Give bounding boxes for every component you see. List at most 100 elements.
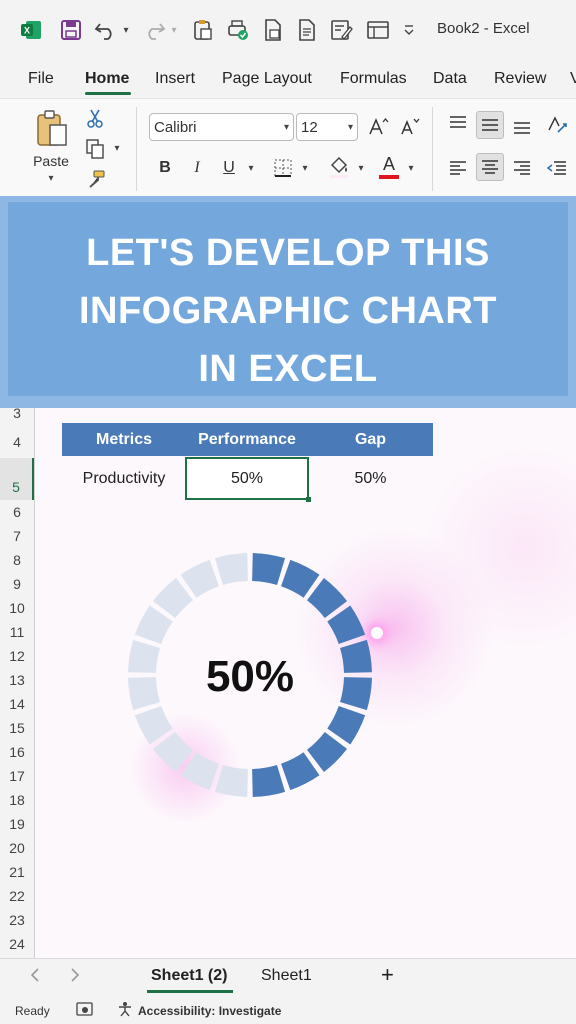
row-header-13[interactable]: 13 [0, 668, 34, 692]
row-header-11[interactable]: 11 [0, 620, 34, 644]
accessibility-icon[interactable] [116, 1001, 134, 1020]
font-name-select[interactable]: Calibri ▾ [149, 113, 294, 141]
row-header-20[interactable]: 20 [0, 836, 34, 860]
row-header-6[interactable]: 6 [0, 500, 34, 524]
donut-segment-performance[interactable] [340, 639, 372, 673]
donut-segment-gap[interactable] [128, 639, 160, 673]
tab-home[interactable]: Home [85, 70, 129, 88]
undo-dropdown-icon[interactable]: ▾ [120, 16, 132, 44]
document-icon[interactable] [260, 16, 286, 44]
increase-font-size-icon[interactable] [366, 113, 390, 139]
donut-segment-performance[interactable] [252, 765, 286, 797]
window-title: Book2 - Excel [437, 20, 530, 37]
cell-performance-value[interactable]: 50% [185, 457, 309, 500]
copy-icon[interactable] [84, 137, 106, 161]
undo-icon[interactable] [92, 16, 120, 44]
tab-page-layout[interactable]: Page Layout [222, 70, 312, 88]
font-size-select[interactable]: 12 ▾ [296, 113, 358, 141]
decrease-font-size-icon[interactable] [398, 113, 422, 139]
document-lines-icon[interactable] [294, 16, 320, 44]
donut-segment-performance[interactable] [252, 553, 286, 585]
orientation-icon[interactable] [544, 111, 570, 137]
bold-button[interactable]: B [154, 155, 176, 181]
redo-dropdown-icon[interactable]: ▾ [168, 16, 180, 44]
donut-segment-gap[interactable] [214, 553, 248, 585]
tab-formulas[interactable]: Formulas [340, 70, 407, 88]
accessibility-status[interactable]: Accessibility: Investigate [138, 1004, 281, 1018]
row-header-9[interactable]: 9 [0, 572, 34, 596]
tab-review[interactable]: Review [494, 70, 546, 88]
italic-button[interactable]: I [186, 155, 208, 181]
donut-segment-gap[interactable] [128, 677, 160, 711]
paste-button[interactable]: Paste [28, 151, 74, 171]
align-center-icon[interactable] [476, 153, 504, 181]
borders-icon[interactable] [270, 155, 296, 181]
align-top-icon[interactable] [446, 111, 470, 137]
row-header-14[interactable]: 14 [0, 692, 34, 716]
row-header-5[interactable]: 5 [0, 458, 34, 500]
customize-quick-access-icon[interactable] [402, 16, 416, 44]
tab-view[interactable]: V [570, 70, 576, 88]
window-icon[interactable] [364, 16, 392, 44]
row-header-16[interactable]: 16 [0, 740, 34, 764]
fill-color-icon[interactable] [326, 153, 352, 181]
scroll-right-icon[interactable] [70, 967, 80, 988]
row-header-21[interactable]: 21 [0, 860, 34, 884]
header-metrics[interactable]: Metrics [62, 423, 186, 456]
font-color-glyph: A [382, 154, 395, 174]
add-sheet-button[interactable]: + [381, 962, 394, 988]
tab-data[interactable]: Data [433, 70, 467, 88]
row-header-8[interactable]: 8 [0, 548, 34, 572]
cell-productivity[interactable]: Productivity [62, 457, 186, 500]
tab-insert[interactable]: Insert [155, 70, 195, 88]
scroll-left-icon[interactable] [30, 967, 40, 988]
print-check-icon[interactable] [224, 16, 252, 44]
donut-segment-gap[interactable] [214, 765, 248, 797]
align-bottom-icon[interactable] [510, 113, 534, 139]
header-gap[interactable]: Gap [308, 423, 433, 456]
donut-segment-performance[interactable] [340, 677, 372, 711]
row-header-19[interactable]: 19 [0, 812, 34, 836]
paste-clipboard-icon[interactable] [190, 16, 216, 44]
row-header-24[interactable]: 24 [0, 932, 34, 956]
paste-dropdown-icon[interactable]: ▾ [44, 171, 58, 185]
redo-icon[interactable] [140, 16, 168, 44]
cell-gap-value[interactable]: 50% [308, 457, 433, 500]
underline-dropdown-icon[interactable]: ▾ [244, 161, 258, 175]
align-left-icon[interactable] [446, 155, 470, 181]
row-header-15[interactable]: 15 [0, 716, 34, 740]
align-right-icon[interactable] [510, 155, 534, 181]
sheet-tab[interactable]: Sheet1 [261, 967, 312, 985]
row-header-18[interactable]: 18 [0, 788, 34, 812]
sheet-tab-bar: Sheet1 (2) Sheet1 + [0, 958, 576, 997]
align-middle-icon[interactable] [476, 111, 504, 139]
font-color-dropdown-icon[interactable]: ▾ [404, 161, 418, 175]
sheet-tab-active[interactable]: Sheet1 (2) [151, 967, 227, 985]
fill-color-dropdown-icon[interactable]: ▾ [354, 161, 368, 175]
tab-file[interactable]: File [28, 70, 54, 88]
row-header-10[interactable]: 10 [0, 596, 34, 620]
copy-dropdown-icon[interactable]: ▾ [110, 141, 124, 155]
row-header-3[interactable]: 3 [0, 406, 34, 422]
underline-button[interactable]: U [218, 155, 240, 181]
row-header-12[interactable]: 12 [0, 644, 34, 668]
cut-icon[interactable] [84, 107, 106, 129]
excel-logo-icon: X [18, 16, 44, 44]
row-header-23[interactable]: 23 [0, 908, 34, 932]
header-performance[interactable]: Performance [186, 423, 308, 456]
donut-chart[interactable]: 50% [118, 543, 382, 807]
macro-recording-icon[interactable] [76, 1001, 94, 1020]
form-edit-icon[interactable] [328, 16, 356, 44]
decrease-indent-icon[interactable] [544, 155, 570, 181]
format-painter-icon[interactable] [84, 167, 108, 191]
row-header-22[interactable]: 22 [0, 884, 34, 908]
save-icon[interactable] [58, 16, 84, 44]
row-header-17[interactable]: 17 [0, 764, 34, 788]
borders-dropdown-icon[interactable]: ▾ [298, 161, 312, 175]
row-header-7[interactable]: 7 [0, 524, 34, 548]
banner-panel: LET'S DEVELOP THIS INFOGRAPHIC CHART IN … [8, 202, 568, 396]
paste-icon[interactable] [30, 107, 74, 151]
row-header-4[interactable]: 4 [0, 426, 34, 458]
font-name-value: Calibri [154, 118, 197, 136]
font-color-button[interactable]: A [376, 153, 402, 181]
